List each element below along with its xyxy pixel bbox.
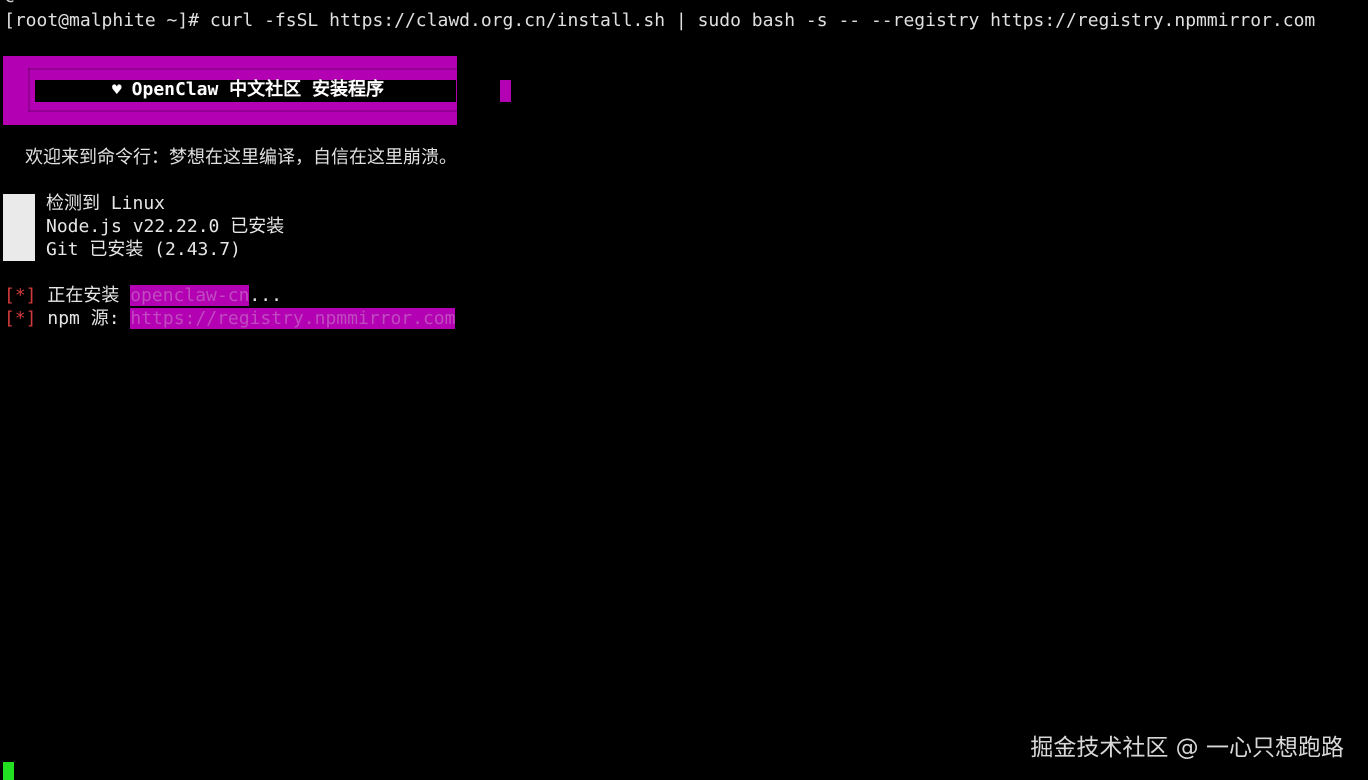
terminal-cursor	[3, 762, 14, 780]
detect-status-bar	[3, 194, 35, 261]
install-target: openclaw-cn	[130, 285, 250, 306]
banner-border-bottom	[28, 110, 457, 112]
install-suffix: ...	[249, 285, 282, 306]
detect-os-line: 检测到 Linux	[46, 193, 166, 214]
detect-node-line: Node.js v22.22.0 已安装	[46, 216, 285, 237]
npm-registry-line: [*] npm 源: https://registry.npmmirror.co…	[4, 308, 456, 330]
detect-git-line: Git 已安装 (2.43.7)	[46, 239, 241, 260]
npm-bracket: [*]	[4, 308, 37, 329]
banner-border-top	[28, 68, 457, 70]
banner-title-text: OpenClaw 中文社区 安装程序	[131, 79, 385, 100]
command-line: [root@malphite ~]# curl -fsSL https://cl…	[4, 10, 1316, 31]
npm-url: https://registry.npmmirror.com	[130, 308, 456, 329]
npm-label: npm 源:	[36, 308, 131, 329]
watermark-text: 掘金技术社区 @ 一心只想跑路	[1030, 735, 1344, 761]
banner-cursor-block	[500, 80, 511, 102]
banner-border-left	[28, 68, 30, 112]
install-label: 正在安装	[36, 285, 131, 306]
welcome-message: 欢迎来到命令行：梦想在这里编译，自信在这里崩溃。	[25, 147, 457, 168]
install-progress-line: [*] 正在安装 openclaw-cn...	[4, 285, 282, 307]
heart-icon: ♥	[112, 80, 122, 99]
top-fragment-text: c	[4, 0, 15, 8]
banner-title: ♥ OpenClaw 中文社区 安装程序	[112, 79, 384, 101]
install-bracket: [*]	[4, 285, 37, 306]
